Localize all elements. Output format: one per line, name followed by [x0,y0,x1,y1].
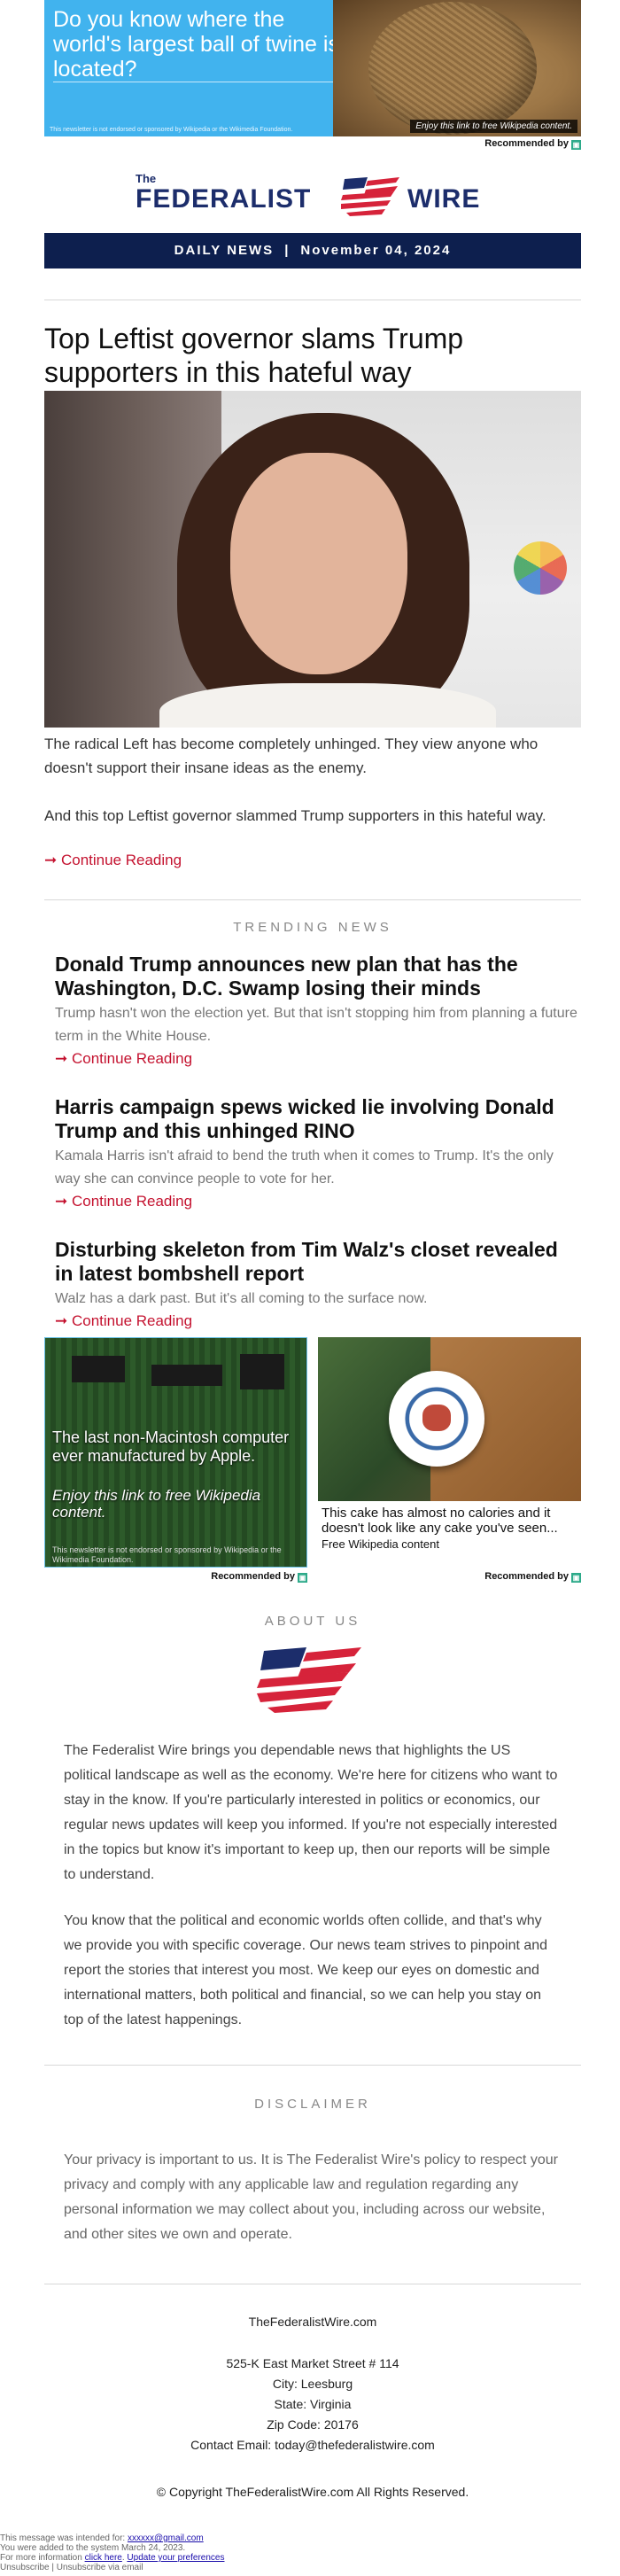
flag-swoosh-icon [257,1647,361,1713]
cake-shape [422,1405,451,1431]
ad-left-recommended[interactable]: Recommended by ▣ [44,1571,307,1584]
chip-shape [240,1354,284,1389]
ad-card-computer-text[interactable]: The last non-Macintosh computer ever man… [52,1428,299,1466]
top-ad-disclaimer: This newsletter is not endorsed or spons… [50,127,293,133]
recommender-logo-icon: ▣ [298,1573,307,1583]
top-ad-recommended[interactable]: Recommended by ▣ [44,138,581,151]
update-preferences-link[interactable]: Update your preferences [127,2553,224,2563]
sponsored-ad-row: The last non-Macintosh computer ever man… [44,1337,581,1589]
flag-swoosh-icon [341,177,399,216]
issue-date: November 04, 2024 [300,243,452,258]
about-paragraph-1: The Federalist Wire brings you dependabl… [64,1743,558,1882]
recommender-logo-icon: ▣ [571,140,581,150]
ad-card-computer[interactable]: The last non-Macintosh computer ever man… [44,1337,307,1568]
trending-item-summary: Trump hasn't won the election yet. But t… [55,1006,577,1044]
recommended-label: Recommended by [211,1571,295,1582]
click-here-link[interactable]: click here [85,2553,122,2563]
trending-item-continue-link[interactable]: ➞ Continue Reading [55,1312,581,1330]
chip-shape [72,1356,125,1382]
fine-print-intended: This message was intended for: xxxxxx@gm… [0,2533,204,2543]
main-story-image[interactable] [44,391,581,728]
footer-state: State: Virginia [274,2397,352,2411]
ad-card-cake[interactable]: This cake has almost no calories and it … [318,1337,581,1568]
logo-wire: WIRE [407,184,481,214]
about-us-label: ABOUT US [264,1614,361,1629]
about-paragraph-2: You know that the political and economic… [64,1913,548,2027]
footer-street: 525-K East Market Street # 114 [226,2356,399,2370]
unsubscribe-links[interactable]: Unsubscribe | Unsubscribe via email [0,2563,143,2572]
trending-item-summary: Kamala Harris isn't afraid to bend the t… [55,1148,554,1187]
network-logo-icon [514,541,567,595]
portrait-face [230,453,407,674]
twine-ball-shape [368,2,537,135]
footer-copyright: © Copyright TheFederalistWire.com All Ri… [156,2485,469,2499]
main-story-title[interactable]: Top Leftist governor slams Trump support… [44,322,581,389]
top-ad-enjoy-label[interactable]: Enjoy this link to free Wikipedia conten… [410,120,577,133]
daily-news-label: DAILY NEWS [174,243,275,258]
footer-city: City: Leesburg [272,2377,353,2391]
footer-address: 525-K East Market Street # 114 City: Lee… [44,2354,581,2455]
recipient-email-link[interactable]: xxxxxx@gmail.com [128,2533,204,2543]
recommended-label: Recommended by [484,138,569,149]
trending-item: Disturbing skeleton from Tim Walz's clos… [55,1238,581,1330]
trending-item-continue-link[interactable]: ➞ Continue Reading [55,1193,581,1210]
info-prefix: For more information [0,2553,82,2563]
recommender-logo-icon: ▣ [571,1573,581,1583]
section-divider [44,2065,581,2066]
recommended-label: Recommended by [484,1571,569,1582]
fine-print-added: You were added to the system March 24, 2… [0,2543,186,2553]
trending-item-summary: Walz has a dark past. But it's all comin… [55,1291,428,1306]
footer-site: TheFederalistWire.com [248,2315,377,2329]
disclaimer-text: Your privacy is important to us. It is T… [64,2152,558,2242]
federalist-wire-logo[interactable]: The FEDERALIST WIRE [44,170,581,220]
ad-card-computer-disclaimer: This newsletter is not endorsed or spons… [52,1545,282,1564]
twine-ball-image[interactable] [333,0,581,136]
footer-zip: Zip Code: 20176 [267,2417,359,2432]
main-story-paragraph-1: The radical Left has become completely u… [44,735,539,776]
trending-item-title[interactable]: Disturbing skeleton from Tim Walz's clos… [55,1238,581,1286]
main-story-continue-link[interactable]: ➞ Continue Reading [44,852,581,869]
trending-news-label: TRENDING NEWS [233,920,392,935]
ad-card-cake-source: Free Wikipedia content [322,1537,439,1551]
trending-item: Harris campaign spews wicked lie involvi… [55,1095,581,1210]
date-bar-separator: | [284,243,291,258]
trending-item-title[interactable]: Harris campaign spews wicked lie involvi… [55,1095,581,1143]
logo-the: The [136,172,157,185]
top-ad-banner[interactable]: Do you know where the world's largest ba… [44,0,581,136]
intended-prefix: This message was intended for: [0,2533,126,2543]
chip-shape [151,1365,222,1386]
trending-item-continue-link[interactable]: ➞ Continue Reading [55,1050,581,1068]
portrait-jacket [159,683,496,728]
main-story-paragraph-2: And this top Leftist governor slammed Tr… [44,807,546,824]
ad-card-cake-caption[interactable]: This cake has almost no calories and it … [322,1506,577,1536]
disclaimer-label: DISCLAIMER [254,2097,371,2112]
top-ad-headline[interactable]: Do you know where the world's largest ba… [53,7,345,82]
trending-item-title[interactable]: Donald Trump announces new plan that has… [55,953,581,1000]
ad-card-computer-enjoy[interactable]: Enjoy this link to free Wikipedia conten… [52,1487,299,1521]
logo-federalist: FEDERALIST [136,184,312,214]
section-divider [44,899,581,900]
footer-contact-email: Contact Email: today@thefederalistwire.c… [190,2438,435,2452]
fine-print-info: For more information click here. Update … [0,2553,224,2563]
date-bar: DAILY NEWS | November 04, 2024 [44,233,581,268]
trending-item: Donald Trump announces new plan that has… [55,953,581,1068]
ad-right-recommended[interactable]: Recommended by ▣ [318,1571,581,1584]
